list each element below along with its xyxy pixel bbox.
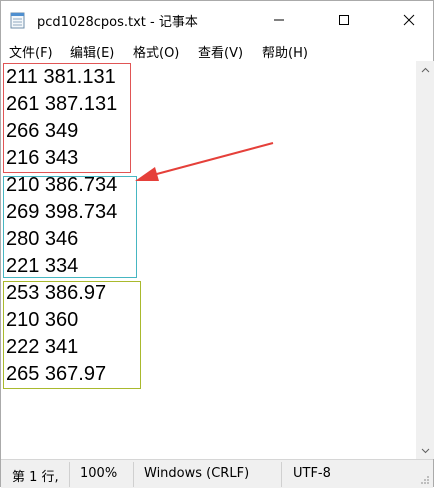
menu-bar: 文件(F) 编辑(E) 格式(O) 查看(V) 帮助(H) <box>1 39 433 61</box>
vertical-scrollbar[interactable] <box>416 61 434 459</box>
arrow-annotation <box>135 142 274 181</box>
notepad-icon <box>10 11 26 29</box>
minimize-button[interactable] <box>256 1 302 39</box>
close-icon <box>403 14 415 26</box>
menu-help[interactable]: 帮助(H) <box>262 42 308 61</box>
menu-file[interactable]: 文件(F) <box>9 42 53 61</box>
window-title: pcd1028cpos.txt - 记事本 <box>37 15 198 30</box>
cursor-position: 第 1 行, <box>12 470 59 485</box>
encoding: UTF-8 <box>293 466 331 481</box>
minimize-icon <box>274 19 284 21</box>
resize-grip-icon[interactable] <box>420 475 430 485</box>
chevron-up-icon <box>421 67 429 72</box>
zoom-level: 100% <box>80 466 118 481</box>
maximize-icon <box>339 15 349 25</box>
chevron-down-icon <box>421 448 429 453</box>
maximize-button[interactable] <box>321 1 367 39</box>
highlight-box-red <box>3 63 131 173</box>
status-bar: 第 1 行, 100% Windows (CRLF) UTF-8 <box>1 459 433 488</box>
notepad-window: pcd1028cpos.txt - 记事本 文件(F) 编辑(E) 格式(O) … <box>0 0 434 488</box>
status-divider <box>281 462 282 487</box>
line-ending: Windows (CRLF) <box>144 466 250 481</box>
text-editor[interactable]: 211 381.131 261 387.131 266 349 216 343 … <box>1 61 416 459</box>
status-divider <box>69 462 70 487</box>
menu-view[interactable]: 查看(V) <box>198 42 243 61</box>
scroll-up-button[interactable] <box>416 61 434 78</box>
menu-format[interactable]: 格式(O) <box>133 42 179 61</box>
highlight-box-olive <box>3 281 141 389</box>
highlight-box-cyan <box>3 176 137 278</box>
status-divider <box>133 462 134 487</box>
title-bar[interactable]: pcd1028cpos.txt - 记事本 <box>1 1 433 39</box>
menu-edit[interactable]: 编辑(E) <box>70 42 114 61</box>
close-button[interactable] <box>386 1 432 39</box>
scroll-down-button[interactable] <box>416 442 434 459</box>
